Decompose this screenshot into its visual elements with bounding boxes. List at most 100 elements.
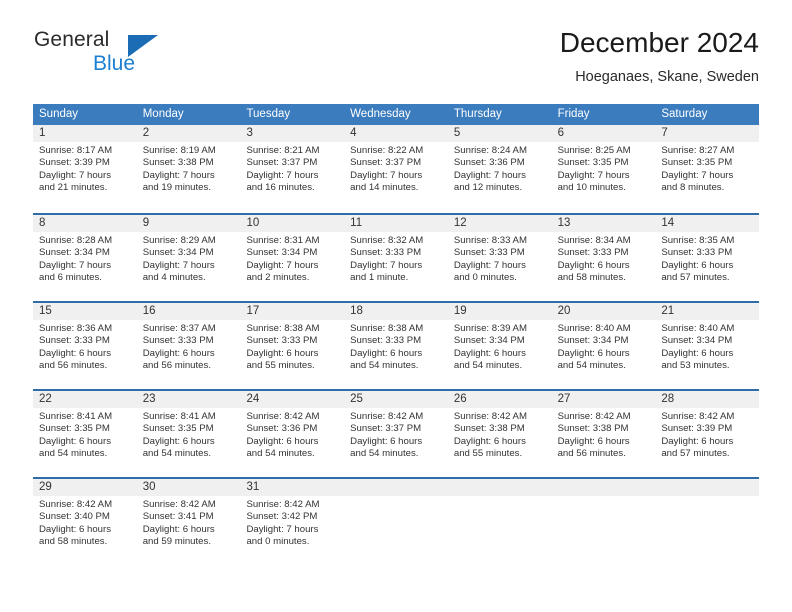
page-title: December 2024	[559, 27, 759, 58]
sunrise-text: Sunrise: 8:28 AM	[39, 235, 113, 246]
daylight-text-line1: Daylight: 6 hours	[557, 435, 630, 447]
daylight-text-line2: and 54 minutes.	[350, 360, 419, 372]
calendar-cell-empty	[344, 479, 448, 565]
day-sun-info: Sunrise: 8:36 AM Sunset: 3:33 PM Daylight:…	[39, 323, 131, 373]
daylight-text-line2: and 54 minutes.	[557, 360, 626, 372]
calendar-day-cell[interactable]: 20 Sunrise: 8:40 AM Sunset: 3:34 PM Dayligh…	[552, 303, 656, 389]
day-number: 13	[557, 217, 571, 229]
day-sun-info: Sunrise: 8:42 AM Sunset: 3:42 PM Daylight:…	[246, 499, 338, 549]
sunrise-text: Sunrise: 8:42 AM	[246, 411, 320, 422]
calendar-day-cell[interactable]: 7 Sunrise: 8:27 AM Sunset: 3:35 PM Daylight…	[655, 125, 759, 213]
calendar-day-cell[interactable]: 23 Sunrise: 8:41 AM Sunset: 3:35 PM Dayligh…	[137, 391, 241, 477]
calendar-day-cell[interactable]: 29 Sunrise: 8:42 AM Sunset: 3:40 PM Dayligh…	[33, 479, 137, 565]
calendar-day-cell[interactable]: 18 Sunrise: 8:38 AM Sunset: 3:33 PM Dayligh…	[344, 303, 448, 389]
calendar-day-cell[interactable]: 28 Sunrise: 8:42 AM Sunset: 3:39 PM Dayligh…	[655, 391, 759, 477]
sunset-text: Sunset: 3:38 PM	[453, 423, 525, 435]
day-number: 2	[142, 127, 150, 139]
calendar-day-cell[interactable]: 19 Sunrise: 8:39 AM Sunset: 3:34 PM Dayligh…	[448, 303, 552, 389]
sunset-text: Sunset: 3:34 PM	[661, 335, 733, 347]
sunset-text: Sunset: 3:33 PM	[350, 335, 422, 347]
calendar-day-cell[interactable]: 10 Sunrise: 8:31 AM Sunset: 3:34 PM Dayligh…	[240, 215, 344, 301]
sunset-text: Sunset: 3:34 PM	[39, 247, 110, 259]
calendar-day-cell[interactable]: 9 Sunrise: 8:29 AM Sunset: 3:34 PM Daylight…	[137, 215, 241, 301]
day-number: 18	[350, 305, 363, 317]
sunset-text: Sunset: 3:40 PM	[39, 511, 110, 523]
sunrise-text: Sunrise: 8:29 AM	[142, 235, 216, 246]
day-number	[454, 479, 546, 496]
calendar-day-cell[interactable]: 16 Sunrise: 8:37 AM Sunset: 3:33 PM Dayligh…	[137, 303, 241, 389]
calendar-week-row: 1 Sunrise: 8:17 AM Sunset: 3:39 PM Daylight…	[33, 125, 759, 213]
sunrise-text: Sunrise: 8:37 AM	[142, 323, 216, 334]
sunset-text: Sunset: 3:33 PM	[661, 247, 733, 259]
day-number: 17	[246, 305, 260, 317]
calendar-day-cell[interactable]: 8 Sunrise: 8:28 AM Sunset: 3:34 PM Daylight…	[33, 215, 137, 301]
sunrise-text: Sunrise: 8:17 AM	[39, 145, 113, 156]
daylight-text-line2: and 0 minutes.	[453, 272, 517, 284]
day-number: 26	[453, 393, 467, 405]
weekday-header-monday: Monday	[142, 108, 184, 120]
calendar-day-cell[interactable]: 31 Sunrise: 8:42 AM Sunset: 3:42 PM Dayligh…	[240, 479, 344, 565]
calendar-week-row: 8 Sunrise: 8:28 AM Sunset: 3:34 PM Daylight…	[33, 213, 759, 301]
calendar-day-cell[interactable]: 21 Sunrise: 8:40 AM Sunset: 3:34 PM Dayligh…	[655, 303, 759, 389]
day-sun-info: Sunrise: 8:42 AM Sunset: 3:38 PM Daylight:…	[454, 411, 546, 461]
calendar-day-cell[interactable]: 5 Sunrise: 8:24 AM Sunset: 3:36 PM Daylight…	[448, 125, 552, 213]
calendar-day-cell[interactable]: 4 Sunrise: 8:22 AM Sunset: 3:37 PM Daylight…	[344, 125, 448, 213]
sunset-text: Sunset: 3:35 PM	[142, 423, 214, 435]
calendar-day-cell[interactable]: 3 Sunrise: 8:21 AM Sunset: 3:37 PM Daylight…	[240, 125, 344, 213]
daylight-text-line2: and 1 minute.	[350, 272, 409, 284]
calendar-day-cell[interactable]: 1 Sunrise: 8:17 AM Sunset: 3:39 PM Daylight…	[33, 125, 137, 213]
day-number: 8	[39, 217, 46, 229]
daylight-text-line2: and 54 minutes.	[453, 360, 523, 372]
weekday-header-friday: Friday	[557, 108, 590, 120]
sunset-text: Sunset: 3:36 PM	[246, 423, 318, 435]
calendar-day-cell[interactable]: 15 Sunrise: 8:36 AM Sunset: 3:33 PM Dayligh…	[33, 303, 137, 389]
calendar-day-cell[interactable]: 30 Sunrise: 8:42 AM Sunset: 3:41 PM Dayligh…	[137, 479, 241, 565]
daylight-text-line2: and 10 minutes.	[557, 182, 626, 194]
sunrise-text: Sunrise: 8:40 AM	[661, 323, 735, 334]
daylight-text-line1: Daylight: 7 hours	[39, 259, 111, 271]
page-header: General Blue December 2024 Hoeganaes, Sk…	[33, 26, 759, 90]
calendar-day-cell[interactable]: 12 Sunrise: 8:33 AM Sunset: 3:33 PM Dayligh…	[448, 215, 552, 301]
calendar-day-cell[interactable]: 22 Sunrise: 8:41 AM Sunset: 3:35 PM Dayligh…	[33, 391, 137, 477]
daylight-text-line1: Daylight: 7 hours	[39, 169, 111, 181]
general-blue-logo: General Blue	[33, 28, 263, 84]
day-sun-info: Sunrise: 8:31 AM Sunset: 3:34 PM Daylight:…	[246, 235, 338, 285]
day-sun-info: Sunrise: 8:24 AM Sunset: 3:36 PM Daylight:…	[454, 145, 546, 195]
title-block: December 2024 Hoeganaes, Skane, Sweden	[560, 26, 759, 87]
daylight-text-line2: and 14 minutes.	[350, 182, 419, 194]
calendar-day-cell[interactable]: 14 Sunrise: 8:35 AM Sunset: 3:33 PM Dayligh…	[655, 215, 759, 301]
day-number	[558, 479, 650, 496]
sunset-text: Sunset: 3:34 PM	[453, 335, 525, 347]
daylight-text-line1: Daylight: 7 hours	[142, 259, 215, 271]
day-number: 20	[557, 305, 571, 317]
day-sun-info: Sunrise: 8:25 AM Sunset: 3:35 PM Daylight:…	[558, 145, 650, 195]
daylight-text-line1: Daylight: 6 hours	[142, 523, 215, 535]
daylight-text-line1: Daylight: 6 hours	[453, 347, 526, 359]
day-sun-info: Sunrise: 8:42 AM Sunset: 3:36 PM Daylight:…	[246, 411, 338, 461]
calendar-day-cell[interactable]: 13 Sunrise: 8:34 AM Sunset: 3:33 PM Dayligh…	[552, 215, 656, 301]
daylight-text-line1: Daylight: 7 hours	[246, 259, 319, 271]
calendar-day-cell[interactable]: 27 Sunrise: 8:42 AM Sunset: 3:38 PM Dayligh…	[552, 391, 656, 477]
day-sun-info: Sunrise: 8:35 AM Sunset: 3:33 PM Daylight:…	[661, 235, 753, 285]
calendar-day-cell[interactable]: 17 Sunrise: 8:38 AM Sunset: 3:33 PM Dayligh…	[240, 303, 344, 389]
daylight-text-line1: Daylight: 6 hours	[661, 259, 734, 271]
sunrise-text: Sunrise: 8:42 AM	[453, 411, 527, 422]
sunrise-text: Sunrise: 8:34 AM	[557, 235, 631, 246]
day-number: 30	[142, 481, 156, 493]
calendar-day-cell[interactable]: 24 Sunrise: 8:42 AM Sunset: 3:36 PM Dayligh…	[240, 391, 344, 477]
day-sun-info: Sunrise: 8:38 AM Sunset: 3:33 PM Daylight:…	[246, 323, 338, 373]
sunset-text: Sunset: 3:33 PM	[39, 335, 110, 347]
sunrise-text: Sunrise: 8:21 AM	[246, 145, 320, 156]
calendar-day-cell[interactable]: 11 Sunrise: 8:32 AM Sunset: 3:33 PM Dayligh…	[344, 215, 448, 301]
calendar-day-cell[interactable]: 2 Sunrise: 8:19 AM Sunset: 3:38 PM Daylight…	[137, 125, 241, 213]
daylight-text-line1: Daylight: 6 hours	[246, 347, 319, 359]
daylight-text-line2: and 54 minutes.	[246, 448, 315, 460]
day-sun-info: Sunrise: 8:42 AM Sunset: 3:39 PM Daylight:…	[661, 411, 753, 461]
calendar-day-cell[interactable]: 6 Sunrise: 8:25 AM Sunset: 3:35 PM Daylight…	[552, 125, 656, 213]
calendar-day-cell[interactable]: 25 Sunrise: 8:42 AM Sunset: 3:37 PM Dayligh…	[344, 391, 448, 477]
day-sun-info: Sunrise: 8:41 AM Sunset: 3:35 PM Daylight:…	[39, 411, 131, 461]
daylight-text-line1: Daylight: 7 hours	[350, 259, 423, 271]
daylight-text-line2: and 2 minutes.	[246, 272, 310, 284]
sunset-text: Sunset: 3:33 PM	[246, 335, 318, 347]
calendar-day-cell[interactable]: 26 Sunrise: 8:42 AM Sunset: 3:38 PM Dayligh…	[448, 391, 552, 477]
